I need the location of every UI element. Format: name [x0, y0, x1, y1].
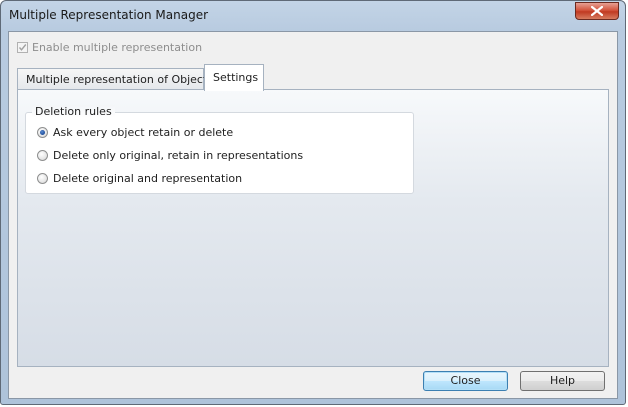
radio-button[interactable] [37, 126, 48, 138]
radio-option-delete-original-only[interactable]: Delete only original, retain in represen… [37, 148, 303, 162]
tab-label: Settings [213, 71, 259, 84]
radio-option-delete-both[interactable]: Delete original and representation [37, 171, 242, 185]
enable-multiple-representation[interactable]: Enable multiple representation [17, 40, 202, 54]
tab-label: Multiple representation of Objects [26, 73, 214, 86]
title-bar[interactable]: Multiple Representation Manager [1, 1, 625, 31]
help-button[interactable]: Help [520, 371, 605, 391]
tab-settings[interactable]: Settings [204, 64, 264, 91]
deletion-rules-group: Deletion rules Ask every object retain o… [25, 105, 414, 194]
dialog-body: Enable multiple representation Multiple … [8, 31, 618, 399]
close-button[interactable]: Close [423, 371, 508, 391]
radio-button[interactable] [37, 149, 48, 161]
window-close-button[interactable] [575, 2, 619, 20]
window-title: Multiple Representation Manager [9, 8, 209, 22]
radio-option-ask[interactable]: Ask every object retain or delete [37, 125, 233, 139]
settings-panel: Deletion rules Ask every object retain o… [17, 89, 609, 367]
deletion-rules-title: Deletion rules [32, 105, 115, 118]
checkmark-icon [18, 43, 27, 51]
close-icon [591, 6, 603, 16]
dialog-window: Multiple Representation Manager Enable m… [0, 0, 626, 405]
enable-checkbox-label: Enable multiple representation [32, 40, 203, 54]
radio-label: Delete original and representation [53, 171, 243, 185]
radio-label: Delete only original, retain in represen… [53, 148, 304, 162]
radio-button[interactable] [37, 172, 48, 184]
radio-label: Ask every object retain or delete [53, 125, 234, 139]
tab-multiple-representation[interactable]: Multiple representation of Objects [17, 68, 213, 90]
enable-checkbox[interactable] [17, 41, 28, 53]
